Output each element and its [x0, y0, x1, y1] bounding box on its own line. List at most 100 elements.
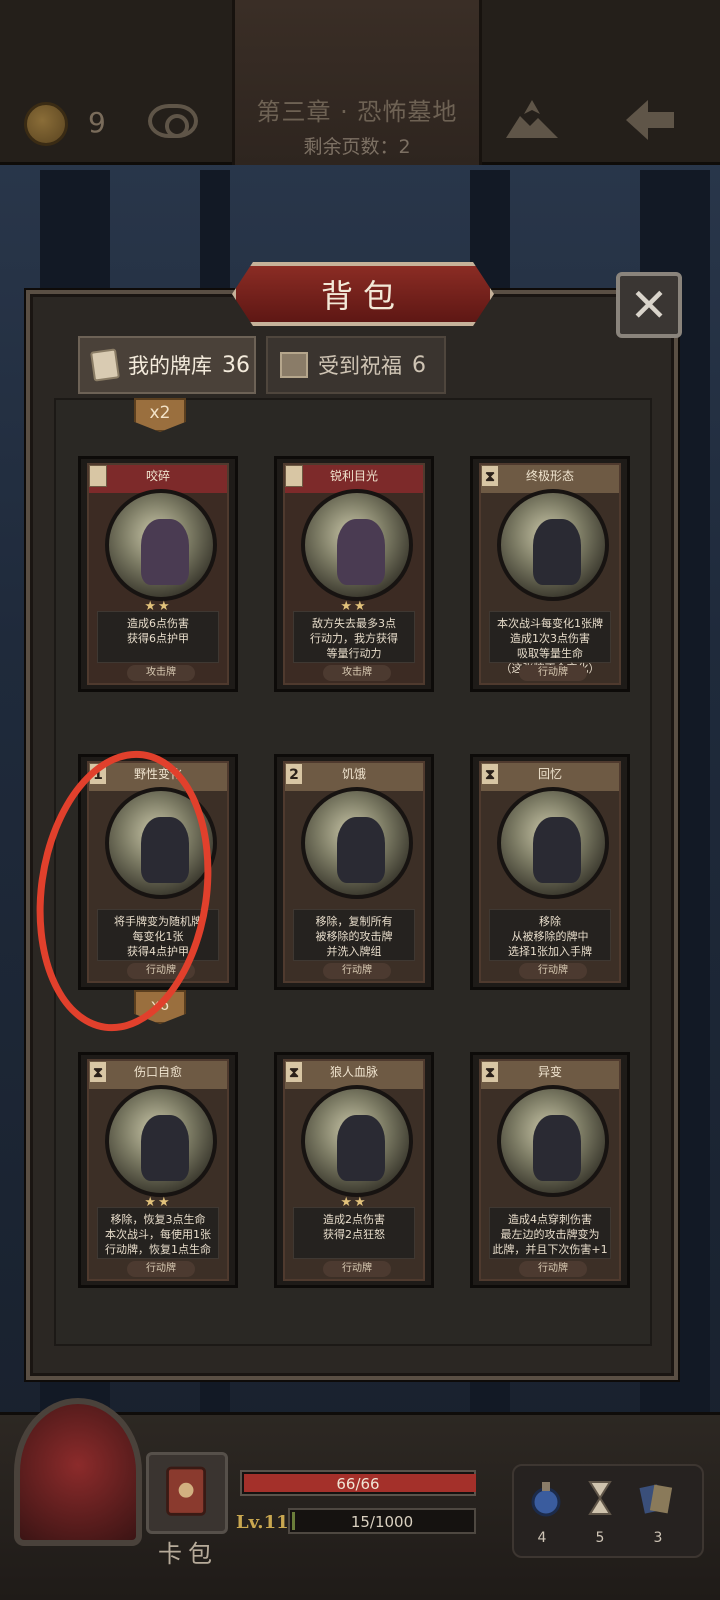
card-desc-line: 移除，恢复3点生命 — [110, 1213, 206, 1226]
card-desc-line: 本次战斗，每使用1张 — [105, 1228, 211, 1241]
card-desc-line: 获得2点狂怒 — [323, 1228, 385, 1241]
coin-count: 9 — [88, 106, 106, 139]
level-label: Lv.11 — [236, 1512, 289, 1533]
card-desc-line: 选择1张加入手牌 — [508, 945, 592, 958]
tab-count: 36 — [222, 352, 250, 378]
card-description: 移除从被移除的牌中 选择1张加入手牌 — [489, 909, 611, 961]
card-desc-line: 敌方失去最多3点 — [312, 617, 396, 630]
card-desc-line: 并洗入牌组 — [326, 945, 382, 958]
potion-count: 4 — [537, 1530, 547, 1546]
card[interactable]: 咬碎 ★★ 造成6点伤害 获得6点护甲 攻击牌 — [78, 456, 238, 692]
panel-title: 背包 — [232, 262, 494, 326]
campfire-icon[interactable] — [502, 96, 562, 142]
card-figure — [337, 817, 385, 883]
card-art — [105, 489, 217, 601]
card[interactable]: ⧗终极形态本次战斗每变化1张牌造成1次3点伤害吸取等量生命（这张牌不会变化）行动… — [470, 456, 630, 692]
card-desc-line: 本次战斗每变化1张牌 — [497, 617, 603, 630]
hp-bar: 66/66 — [240, 1470, 476, 1496]
cards-count: 3 — [653, 1530, 663, 1546]
card-figure — [533, 1115, 581, 1181]
card[interactable]: ⧗ 回忆 移除 从被移除的牌中 选择1张加入手牌 行动牌 — [470, 754, 630, 990]
card-figure — [533, 817, 581, 883]
card-name: 终极形态 — [525, 469, 574, 483]
card-figure — [141, 1115, 189, 1181]
card-art — [301, 787, 413, 899]
xp-text: 15/1000 — [350, 1513, 414, 1531]
card-art — [301, 489, 413, 601]
card[interactable]: 锐利目光 ★★ 敌方失去最多3点 行动力，我方获得 等量行动力 攻击牌 — [274, 456, 434, 692]
card-desc-line: 最左边的攻击牌变为 — [500, 1228, 600, 1241]
card-desc-line: 造成1次3点伤害 — [510, 632, 590, 645]
card-desc-line: 行动牌，恢复1点生命 — [105, 1243, 211, 1256]
werewolf-portrait[interactable] — [14, 1398, 142, 1546]
card-desc-line: 吸取等量生命 — [517, 647, 583, 660]
top-bar: 9 第三章 · 恐怖墓地 剩余页数：2 — [0, 0, 720, 165]
card-art — [497, 787, 609, 899]
xp-bar: 15/1000 — [288, 1508, 476, 1534]
hourglass-icon[interactable] — [580, 1478, 620, 1518]
tab-my-deck[interactable]: 我的牌库 36 — [78, 336, 256, 394]
card-art — [497, 1085, 609, 1197]
card-desc-line: 行动力，我方获得 — [310, 632, 398, 645]
card[interactable]: ⧗ 狼人血脉 ★★ 造成2点伤害 获得2点狂怒 行动牌 — [274, 1052, 434, 1288]
card-pack-button[interactable] — [146, 1452, 228, 1534]
card-desc-line: 移除，复制所有 — [315, 915, 393, 928]
card-desc-line: 移除 — [539, 915, 561, 928]
tab-count: 6 — [412, 352, 426, 378]
card-description: 移除，恢复3点生命 本次战斗，每使用1张 行动牌，恢复1点生命 — [97, 1207, 219, 1259]
card-description: 敌方失去最多3点 行动力，我方获得 等量行动力 — [293, 611, 415, 663]
card-art — [301, 1085, 413, 1197]
hp-text: 66/66 — [336, 1475, 380, 1493]
card-type: 行动牌 — [323, 1261, 391, 1277]
hourglass-count: 5 — [595, 1530, 605, 1546]
card[interactable]: ⧗ 伤口自愈 ★★ 移除，恢复3点生命 本次战斗，每使用1张 行动牌，恢复1点生命 行动牌 — [78, 1052, 238, 1288]
card-art — [105, 1085, 217, 1197]
card-description: 造成6点伤害 获得6点护甲 — [97, 611, 219, 663]
card-description: 移除，复制所有 被移除的攻击牌 并洗入牌组 — [293, 909, 415, 961]
potion-icon[interactable] — [526, 1478, 566, 1518]
card-pack-label: 卡包 — [158, 1540, 218, 1568]
card-desc-line: 等量行动力 — [326, 647, 382, 660]
crown-coin-icon — [24, 102, 68, 146]
card-desc-line: 从被移除的牌中 — [511, 930, 589, 943]
back-arrow-icon[interactable] — [622, 96, 678, 144]
card-desc-line: 此牌，并且下次伤害+1 — [492, 1243, 608, 1256]
card-figure — [337, 519, 385, 585]
tab-blessings[interactable]: 受到祝福 6 — [266, 336, 446, 394]
card-figure — [337, 1115, 385, 1181]
eye-icon[interactable] — [148, 104, 198, 138]
card-type: 行动牌 — [127, 1261, 195, 1277]
card-type: 行动牌 — [519, 963, 587, 979]
card-name: 狼人血脉 — [329, 1065, 378, 1079]
card-desc-line: 造成6点伤害 — [127, 617, 189, 630]
card[interactable]: 2 饥饿 移除，复制所有 被移除的攻击牌 并洗入牌组 行动牌 — [274, 754, 434, 990]
card-desc-line: 被移除的攻击牌 — [315, 930, 393, 943]
card-desc-line: 获得6点护甲 — [127, 632, 189, 645]
cards-icon[interactable] — [636, 1478, 676, 1518]
card-desc-line: 造成4点穿刺伤害 — [508, 1213, 592, 1226]
card-type: 攻击牌 — [127, 665, 195, 681]
card-name: 锐利目光 — [329, 469, 378, 483]
card-description: 造成2点伤害 获得2点狂怒 — [293, 1207, 415, 1259]
card-type: 行动牌 — [519, 665, 587, 681]
gift-icon — [280, 352, 308, 378]
card-figure — [141, 519, 189, 585]
chapter-title: 第三章 · 恐怖墓地 — [256, 98, 458, 126]
card-name: 伤口自愈 — [133, 1065, 182, 1079]
deck-icon — [90, 348, 120, 382]
tab-label: 我的牌库 — [128, 354, 212, 378]
card-desc-line: 造成2点伤害 — [323, 1213, 385, 1226]
card-type: 行动牌 — [323, 963, 391, 979]
card-type: 行动牌 — [519, 1261, 587, 1277]
card[interactable]: ⧗ 异变 造成4点穿刺伤害 最左边的攻击牌变为 此牌，并且下次伤害+1 行动牌 — [470, 1052, 630, 1288]
card-name: 异变 — [537, 1065, 562, 1079]
close-button[interactable]: ✕ — [616, 272, 682, 338]
card-name: 咬碎 — [145, 469, 170, 483]
card-name: 回忆 — [537, 767, 562, 781]
card-name: 饥饿 — [341, 767, 366, 781]
tab-label: 受到祝福 — [318, 354, 402, 378]
pages-left: 剩余页数：2 — [303, 136, 411, 158]
card-description: 造成4点穿刺伤害 最左边的攻击牌变为 此牌，并且下次伤害+1 — [489, 1207, 611, 1259]
card-description: 本次战斗每变化1张牌造成1次3点伤害吸取等量生命（这张牌不会变化） — [489, 611, 611, 675]
book-icon — [166, 1466, 206, 1516]
